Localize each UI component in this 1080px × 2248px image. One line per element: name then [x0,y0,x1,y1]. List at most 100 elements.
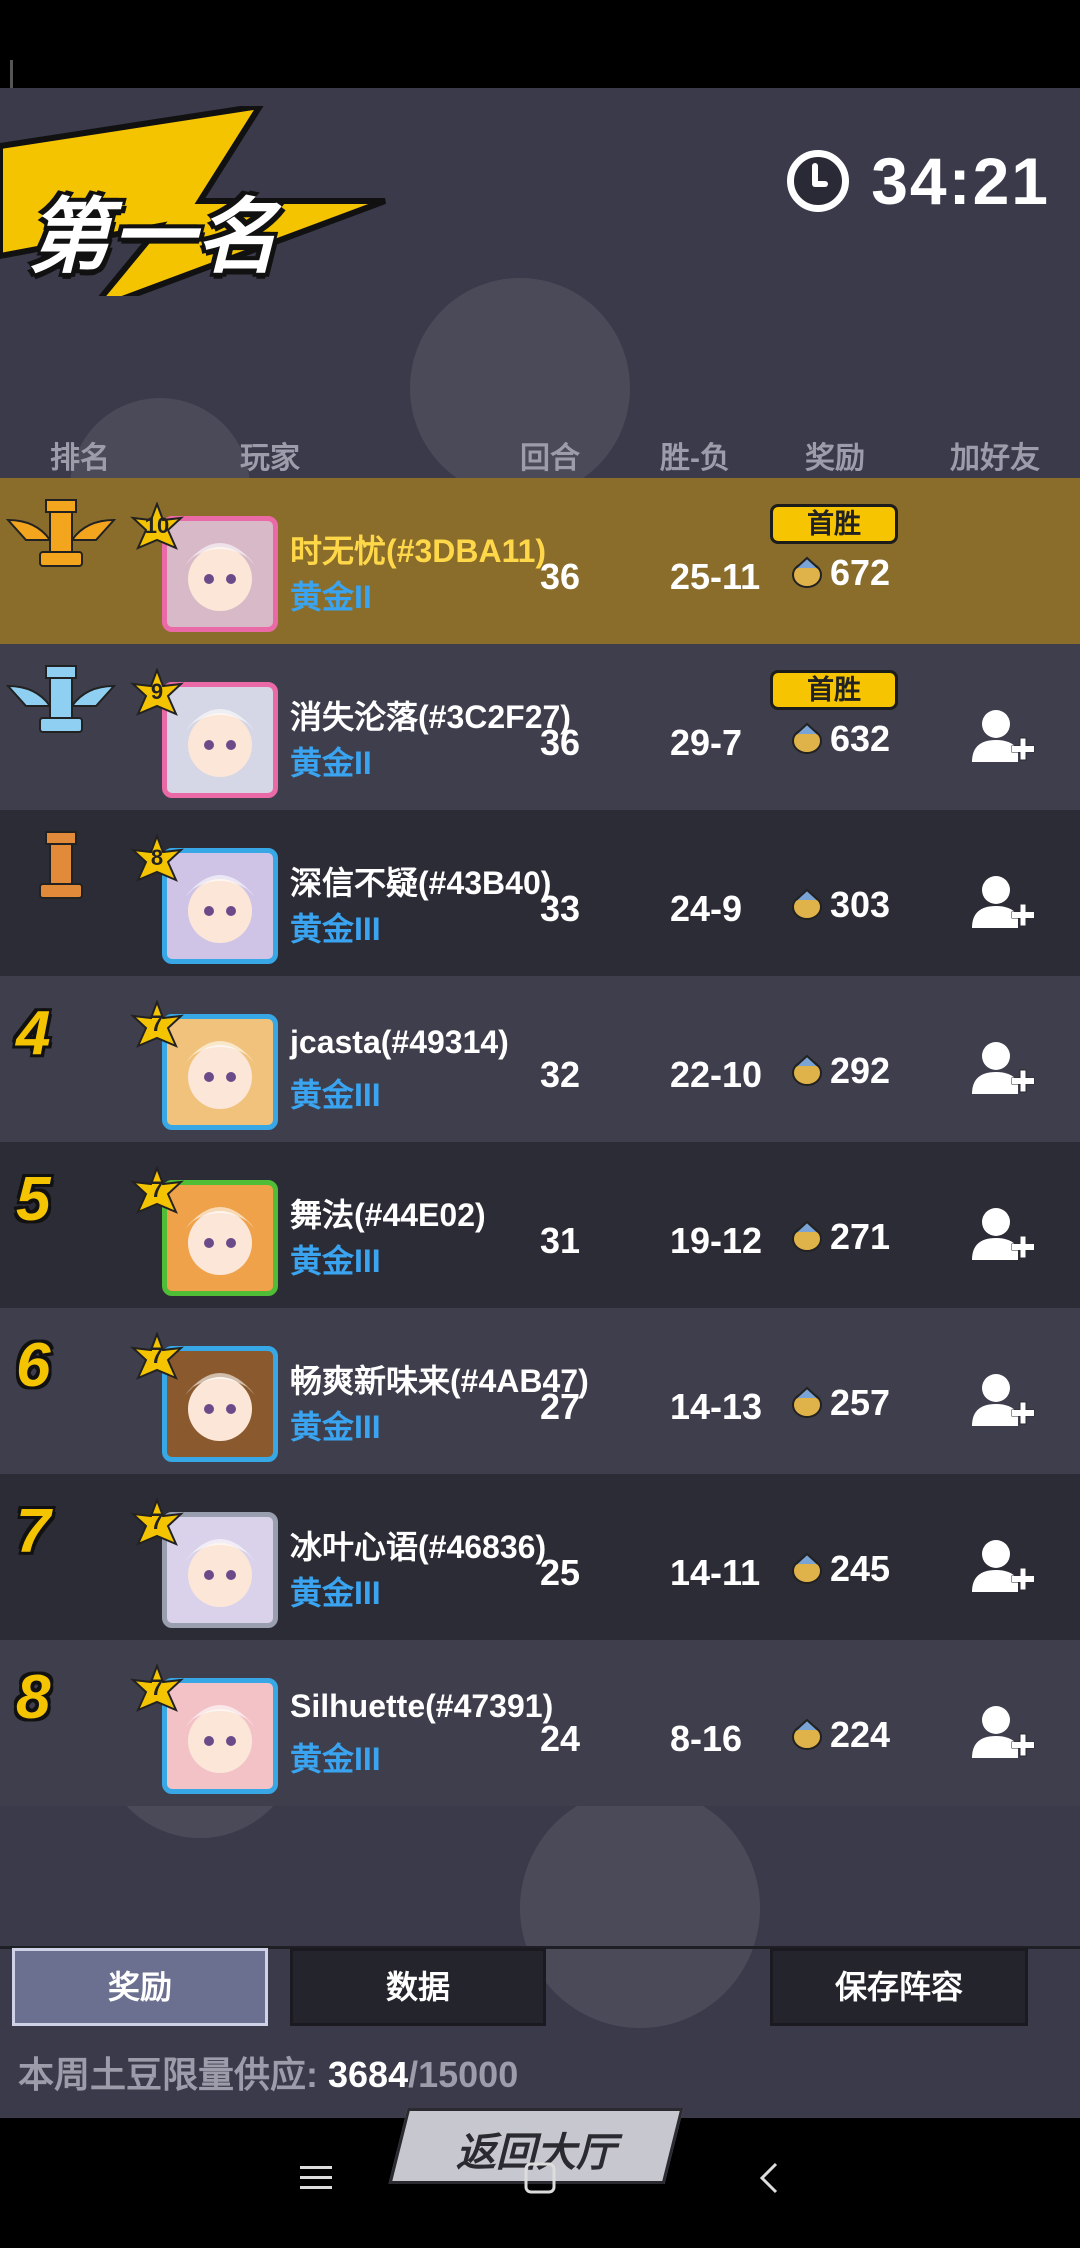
supply-current: 3684 [328,2054,409,2095]
reward: 271 [790,1216,890,1258]
chess-rank-icon [6,665,116,733]
supply-label: 本周土豆限量供应: [18,2054,318,2095]
reward-value: 303 [830,884,891,925]
reward-value: 672 [830,552,891,593]
add-friend-icon[interactable] [966,868,1038,940]
potato-coin-icon [792,1718,822,1750]
rounds-value: 36 [540,722,581,763]
potato-coin-icon [792,888,822,920]
add-friend-icon[interactable] [966,1698,1038,1770]
win-loss-value: 14-13 [670,1386,763,1427]
player-tier: 黄金III [290,1741,381,1777]
rounds-value: 25 [540,1552,581,1593]
level-number: 9 [150,679,164,704]
table-row: 4 7 jcasta(#49314) 黄金III 32 22-10 292 [0,976,1080,1142]
rank-number: 7 [16,1497,51,1566]
level-number: 7 [150,1675,164,1700]
clock-icon [787,150,850,212]
rounds-value: 27 [540,1386,581,1427]
potato-coin-icon [792,1054,822,1086]
chess-rank-icon [39,831,83,899]
win-loss-value: 24-9 [670,888,743,929]
win-loss-value: 14-11 [670,1552,761,1593]
player-tier: 黄金III [290,911,381,947]
reward: 257 [790,1382,890,1424]
add-friend-icon[interactable] [966,1366,1038,1438]
rounds-value: 36 [540,556,581,597]
column-add-friend: 加好友 [950,442,1040,475]
column-header: 排名 玩家 回合 胜-负 奖励 加好友 [0,433,1080,483]
tab-reward[interactable]: 奖励 [12,1948,268,2026]
column-player: 玩家 [240,442,300,475]
level-number: 7 [150,1177,164,1202]
reward-value: 271 [830,1216,891,1257]
add-friend-icon[interactable] [966,1200,1038,1272]
level-number: 8 [150,845,164,870]
reward: 303 [790,884,890,926]
reward-value: 632 [830,718,891,759]
column-rounds: 回合 [520,442,580,475]
tab-data[interactable]: 数据 [290,1948,546,2026]
column-rank: 排名 [50,442,110,475]
supply-info: 本周土豆限量供应: 3684/15000 [18,2046,518,2098]
reward-value: 245 [830,1548,891,1589]
timer-text: 34:21 [871,144,1050,218]
first-win-badge: 首胜 [770,670,898,710]
save-lineup-button[interactable]: 保存阵容 [770,1948,1028,2026]
player-tier: 黄金II [290,579,372,615]
table-row: 10 时无忧(#3DBA11) 黄金II 36 25-11 672 首胜 [0,478,1080,644]
reward: 632 [790,718,890,760]
level-badge: 7 [130,1165,184,1220]
win-loss-value: 22-10 [670,1054,763,1095]
menu-icon[interactable] [298,2160,334,2196]
level-badge: 7 [130,1497,184,1552]
level-badge: 10 [130,501,184,556]
add-friend-icon[interactable] [966,702,1038,774]
win-loss-value: 25-11 [670,556,761,597]
reward-value: 224 [830,1714,891,1755]
rank-number: 5 [16,1165,51,1234]
win-loss-value: 8-16 [670,1718,743,1759]
level-badge: 8 [130,833,184,888]
player-name: Silhuette(#47391) [290,1688,554,1724]
rank-number: 8 [16,1663,51,1732]
player-name: jcasta(#49314) [290,1024,509,1060]
add-friend-icon[interactable] [966,1532,1038,1604]
table-row: 8 7 Silhuette(#47391) 黄金III 24 8-16 224 [0,1640,1080,1806]
supply-max: /15000 [408,2054,519,2095]
chess-rank-icon [6,499,116,567]
rank-banner: 第一名 [0,102,400,318]
rank-number: 6 [16,1331,51,1400]
player-tier: 黄金III [290,1243,381,1279]
player-name: 舞法(#44E02) [290,1197,486,1233]
reward: 672 [790,552,890,594]
player-name: 深信不疑(#43B40) [290,865,552,901]
column-reward: 奖励 [805,442,865,475]
rank-number: 4 [16,999,51,1068]
level-number: 7 [150,1011,164,1036]
rounds-value: 24 [540,1718,581,1759]
win-loss-value: 19-12 [670,1220,763,1261]
level-badge: 7 [130,999,184,1054]
player-tier: 黄金III [290,1409,381,1445]
first-win-badge: 首胜 [770,504,898,544]
home-icon[interactable] [522,2160,558,2196]
timer: 34:21 [787,143,1050,219]
player-name: 消失沦落(#3C2F27) [290,699,571,735]
level-badge: 9 [130,667,184,722]
potato-coin-icon [792,1386,822,1418]
player-tier: 黄金III [290,1575,381,1611]
level-number: 7 [150,1509,164,1534]
column-win-loss: 胜-负 [660,442,730,475]
back-icon[interactable] [752,2160,788,2196]
level-badge: 7 [130,1663,184,1718]
potato-coin-icon [792,556,822,588]
reward: 292 [790,1050,890,1092]
reward-value: 292 [830,1050,891,1091]
level-badge: 7 [130,1331,184,1386]
add-friend-icon[interactable] [966,1034,1038,1106]
level-number: 10 [144,513,170,538]
rounds-value: 33 [540,888,581,929]
player-name: 冰叶心语(#46836) [290,1529,547,1565]
potato-coin-icon [792,722,822,754]
